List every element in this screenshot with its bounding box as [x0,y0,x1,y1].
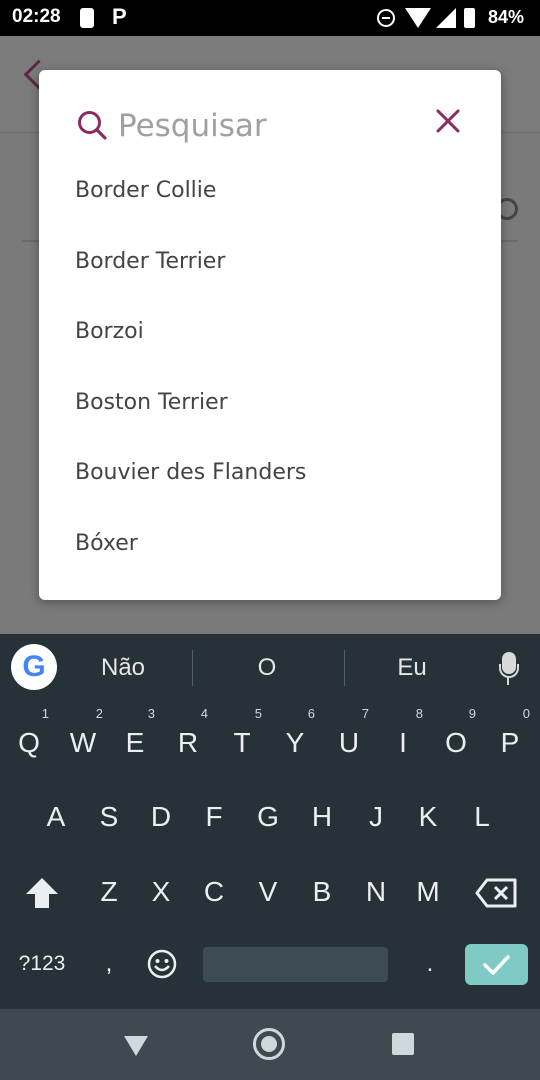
key-label: P [500,727,520,758]
key-hint: 3 [147,706,155,721]
battery-percent: 84% [488,7,525,27]
breed-item-boston-terrier[interactable]: Boston Terrier [39,368,501,439]
suggestion-eu[interactable]: Eu [357,634,467,702]
suggestion-divider [344,650,345,686]
key-hint: 6 [307,706,315,721]
key-i[interactable]: 8I [376,706,430,776]
nav-back-icon[interactable] [124,1036,148,1056]
close-icon[interactable] [435,108,461,134]
key-c[interactable]: C [187,855,241,925]
key-v[interactable]: V [241,855,295,925]
key-label: R [177,727,199,758]
key-y[interactable]: 6Y [268,706,322,776]
key-s[interactable]: S [82,780,136,850]
enter-key[interactable] [465,944,528,985]
key-hint: 8 [415,706,423,721]
key-hint: 4 [200,706,208,721]
key-n[interactable]: N [349,855,403,925]
search-input[interactable] [118,106,418,146]
breed-item-border-collie[interactable]: Border Collie [39,156,501,227]
key-hint: 5 [254,706,262,721]
key-hint: 0 [522,706,530,721]
breed-item-border-terrier[interactable]: Border Terrier [39,227,501,298]
period-key[interactable]: . [420,950,440,978]
notification-icon [80,8,94,28]
check-icon [483,955,510,975]
breed-item-bouvier-des-flanders[interactable]: Bouvier des Flanders [39,438,501,509]
key-g[interactable]: G [241,780,295,850]
nav-home-icon[interactable] [253,1028,285,1060]
suggestion-o[interactable]: O [212,634,322,702]
key-l[interactable]: L [455,780,509,850]
key-o[interactable]: 9O [429,706,483,776]
microphone-base [507,677,509,685]
key-label: I [399,727,407,758]
key-label: O [445,727,467,758]
do-not-disturb-icon [377,9,395,27]
backspace-icon[interactable] [475,878,517,908]
google-icon[interactable]: G [11,644,57,690]
key-m[interactable]: M [401,855,455,925]
key-hint: 7 [361,706,369,721]
comma-key[interactable]: , [99,950,119,978]
key-hint: 2 [95,706,103,721]
key-x[interactable]: X [134,855,188,925]
key-h[interactable]: H [295,780,349,850]
key-u[interactable]: 7U [322,706,376,776]
breed-list: Border Collie Border Terrier Borzoi Bost… [39,156,501,580]
parking-app-icon: P [112,4,127,29]
key-j[interactable]: J [349,780,403,850]
key-label: Q [18,727,40,758]
key-b[interactable]: B [295,855,349,925]
key-r[interactable]: 4R [161,706,215,776]
key-label: U [338,727,360,758]
breed-item-borzoi[interactable]: Borzoi [39,297,501,368]
key-t[interactable]: 5T [215,706,269,776]
shift-icon[interactable] [24,876,60,910]
suggestion-nao[interactable]: Não [68,634,178,702]
symbols-key[interactable]: ?123 [14,952,70,976]
wifi-icon [405,8,431,28]
key-label: Y [285,727,305,758]
breed-item-boxer[interactable]: Bóxer [39,509,501,580]
breed-search-dialog: Border Collie Border Terrier Borzoi Bost… [39,70,501,600]
suggestion-divider [192,650,193,686]
key-a[interactable]: A [29,780,83,850]
key-hint: 9 [468,706,476,721]
space-key[interactable] [203,947,388,982]
key-k[interactable]: K [401,780,455,850]
key-q[interactable]: 1Q [2,706,56,776]
key-d[interactable]: D [134,780,188,850]
key-hint: 1 [41,706,49,721]
key-label: E [125,727,145,758]
key-z[interactable]: Z [82,855,136,925]
key-label: W [69,727,97,758]
emoji-icon[interactable] [147,949,177,979]
key-w[interactable]: 2W [56,706,110,776]
signal-icon [436,8,456,28]
key-f[interactable]: F [187,780,241,850]
key-label: T [233,727,251,758]
battery-icon [464,8,475,28]
status-time: 02:28 [12,6,61,27]
nav-recents-icon[interactable] [392,1033,414,1055]
search-icon [78,111,107,140]
key-p[interactable]: 0P [483,706,537,776]
status-bar: 02:28 P 84% [0,0,540,36]
key-e[interactable]: 3E [108,706,162,776]
